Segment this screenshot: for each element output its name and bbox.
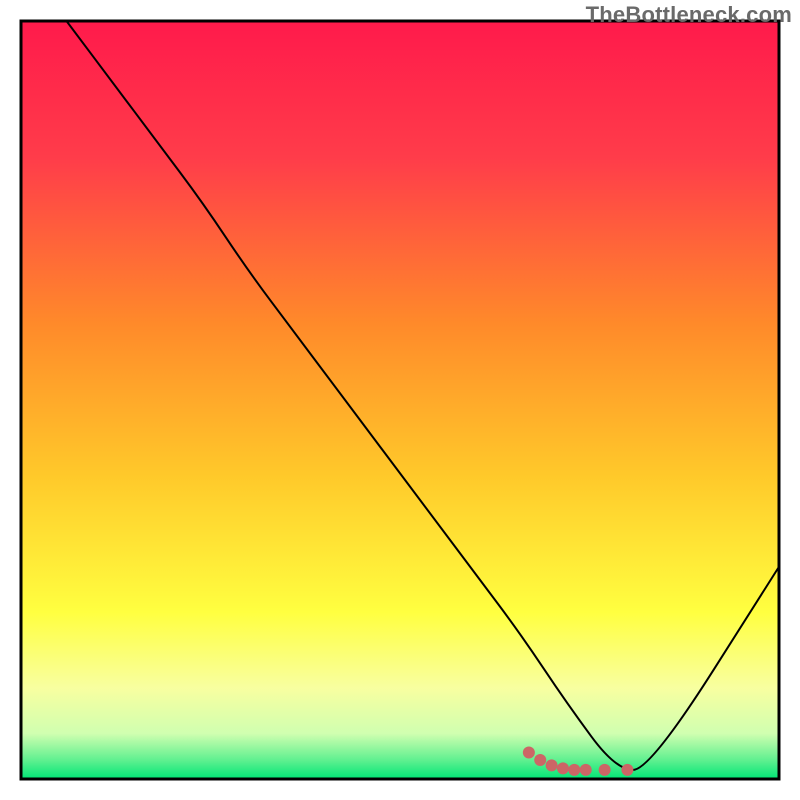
watermark-text: TheBottleneck.com bbox=[586, 2, 792, 28]
chart-container: TheBottleneck.com bbox=[0, 0, 800, 800]
plot-background bbox=[21, 21, 779, 779]
bottleneck-chart bbox=[0, 0, 800, 800]
